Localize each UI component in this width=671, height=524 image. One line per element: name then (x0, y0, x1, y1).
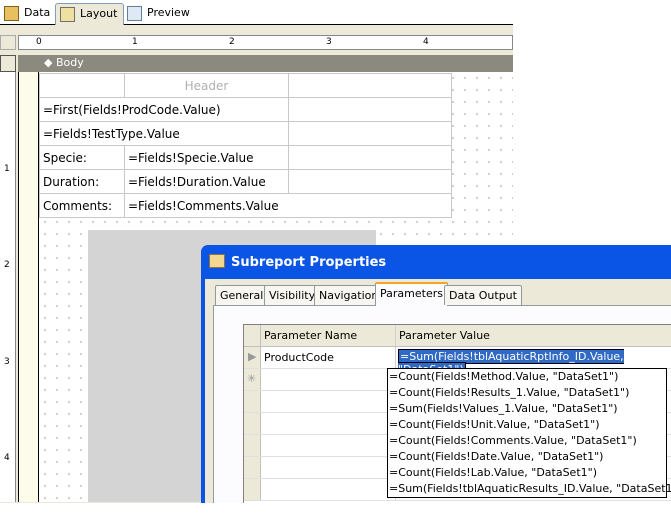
body-band[interactable]: ◆ Body (18, 55, 513, 72)
table-cell[interactable]: Comments: (39, 193, 125, 218)
tab-data[interactable]: Data (0, 3, 56, 25)
table-cell[interactable]: Duration: (39, 169, 125, 194)
document-tabs: Data Layout Preview (0, 0, 513, 26)
tab-navigation[interactable]: Navigation (314, 285, 384, 305)
dialog-titlebar[interactable]: Subreport Properties (205, 245, 671, 279)
band-handle[interactable] (0, 55, 16, 72)
dropdown-option[interactable]: =Count(Fields!Comments.Value, "DataSet1"… (388, 433, 666, 449)
new-row-icon: ✳ (244, 369, 261, 390)
layout-icon (60, 7, 75, 22)
tab-general[interactable]: General (215, 285, 269, 305)
horizontal-ruler: 0 1 2 3 4 (18, 35, 513, 50)
dropdown-option[interactable]: =Count(Fields!Unit.Value, "DataSet1") (388, 417, 666, 433)
dropdown-option[interactable]: =Count(Fields!Date.Value, "DataSet1") (388, 449, 666, 465)
dropdown-option[interactable]: =Sum(Fields!Values_1.Value, "DataSet1") (388, 401, 666, 417)
header-cell[interactable]: Header (124, 73, 289, 98)
tab-visibility[interactable]: Visibility (264, 285, 321, 305)
parameter-value-dropdown[interactable]: =Count(Fields!Method.Value, "DataSet1") … (387, 368, 671, 498)
report-table[interactable]: Header =First(Fields!ProdCode.Value) =Fi… (39, 73, 452, 218)
parameter-value-cell[interactable]: =Sum(Fields!tblAquaticRptInfo_ID.Value, … (396, 347, 671, 377)
preview-icon (127, 6, 142, 21)
grid-header: Parameter Name Parameter Value (244, 325, 671, 347)
table-cell[interactable]: =Fields!Comments.Value (124, 193, 452, 218)
table-cell[interactable]: Specie: (39, 145, 125, 170)
vertical-ruler: 1 2 3 4 (0, 72, 16, 502)
tab-data-output[interactable]: Data Output (444, 285, 522, 305)
row-pointer-icon: ▶ (244, 347, 261, 368)
body-arrow-icon: ◆ (44, 56, 53, 69)
subreport-icon (209, 254, 225, 268)
dropdown-option[interactable]: =Count(Fields!Lab.Value, "DataSet1") (388, 465, 666, 481)
table-cell[interactable]: =First(Fields!ProdCode.Value) (39, 97, 289, 122)
dropdown-option[interactable]: =Count(Fields!Method.Value, "DataSet1") (388, 369, 666, 385)
table-cell[interactable]: =Fields!Duration.Value (124, 169, 289, 194)
tab-parameters[interactable]: Parameters (375, 282, 448, 306)
table-row-handles (18, 72, 39, 502)
ruler-corner (0, 35, 16, 50)
tab-layout[interactable]: Layout (55, 3, 125, 26)
dropdown-option[interactable]: =Count(Fields!Results_1.Value, "DataSet1… (388, 385, 666, 401)
bottom-blank (0, 503, 671, 524)
table-cell[interactable]: =Fields!Specie.Value (124, 145, 289, 170)
data-icon (4, 6, 19, 21)
dropdown-option[interactable]: =Sum(Fields!tblAquaticResults_ID.Value, … (388, 481, 671, 497)
table-row[interactable]: ▶ ProductCode =Sum(Fields!tblAquaticRptI… (244, 347, 671, 377)
tab-preview[interactable]: Preview (123, 3, 196, 25)
col-parameter-value[interactable]: Parameter Value (396, 325, 671, 346)
parameter-name-cell[interactable]: ProductCode (261, 347, 396, 368)
col-parameter-name[interactable]: Parameter Name (261, 325, 396, 346)
table-cell[interactable]: =Fields!TestType.Value (39, 121, 289, 146)
